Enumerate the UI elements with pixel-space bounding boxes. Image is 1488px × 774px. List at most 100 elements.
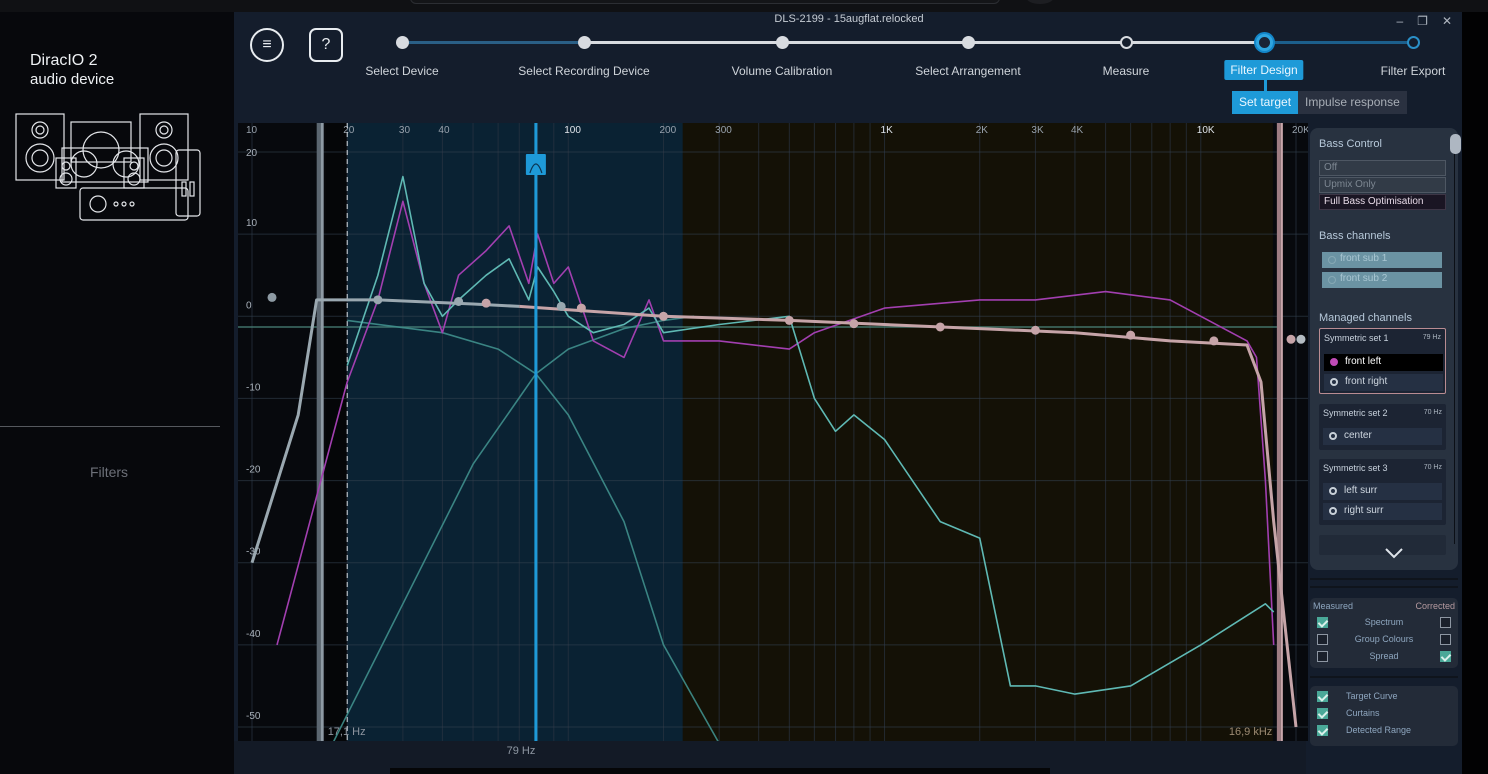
high-curtain-hatch bbox=[1276, 123, 1281, 741]
frequency-response-plot[interactable]: 10 20 30 40 100 200 300 1K 2K 3K 4K 10K 20K20100-10-… bbox=[238, 123, 1308, 741]
high-limit-label: 16,9 kHz bbox=[1229, 726, 1272, 738]
spread-label: Spread bbox=[1369, 651, 1399, 661]
panel-scrollbar-track[interactable] bbox=[1454, 154, 1455, 544]
x-tick-label: 300 bbox=[715, 125, 732, 136]
step-filter-design[interactable]: Filter Design bbox=[1224, 60, 1304, 80]
channel-label: front right bbox=[1345, 376, 1388, 387]
bass-control-title: Bass Control bbox=[1319, 138, 1382, 150]
channel-front-left[interactable]: front left bbox=[1324, 354, 1443, 371]
device-subtitle: audio device bbox=[30, 71, 115, 88]
target-curve-label: Target Curve bbox=[1346, 691, 1398, 701]
radio-icon bbox=[1330, 378, 1338, 386]
step-dot-select-device[interactable] bbox=[396, 36, 409, 49]
bass-control-upmix-only[interactable]: Upmix Only bbox=[1319, 177, 1446, 193]
symmetric-set-4[interactable] bbox=[1319, 535, 1446, 555]
set-crossover: 70 Hz bbox=[1423, 409, 1442, 416]
step-dot-measure[interactable] bbox=[1120, 36, 1133, 49]
x-tick-label: 10K bbox=[1197, 125, 1215, 136]
detected-range-checkbox[interactable] bbox=[1317, 725, 1328, 736]
filters-section[interactable]: Filters bbox=[0, 464, 218, 480]
spectrum-corrected-checkbox[interactable] bbox=[1440, 617, 1451, 628]
low-curtain-gap bbox=[325, 123, 348, 741]
step-dot-volume-calibration[interactable] bbox=[776, 36, 789, 49]
x-tick-label: 1K bbox=[881, 125, 894, 136]
step-select-arrangement[interactable]: Select Arrangement bbox=[915, 64, 1020, 78]
screen-edge bbox=[1462, 12, 1488, 774]
spectrum-options: Measured Corrected Spectrum Group Colour… bbox=[1310, 598, 1458, 668]
tab-set-target[interactable]: Set target bbox=[1232, 91, 1299, 114]
low-limit-label: 17,1 Hz bbox=[328, 726, 366, 738]
y-tick-label: -40 bbox=[246, 629, 261, 640]
sidebar-divider bbox=[0, 426, 220, 427]
step-dot-filter-export[interactable] bbox=[1407, 36, 1420, 49]
group-colours-corrected-checkbox[interactable] bbox=[1440, 634, 1451, 645]
channel-right-surr[interactable]: right surr bbox=[1323, 503, 1442, 520]
bass-control-off[interactable]: Off bbox=[1319, 160, 1446, 176]
scroll-down-chevron-icon[interactable] bbox=[1384, 543, 1404, 564]
step-connector bbox=[1264, 41, 1414, 44]
step-dot-select-arrangement[interactable] bbox=[962, 36, 975, 49]
channel-label: left surr bbox=[1344, 485, 1378, 496]
low-curtain-handle bbox=[320, 123, 324, 741]
managed-channels-title: Managed channels bbox=[1319, 312, 1412, 324]
set-name: Symmetric set 2 bbox=[1323, 408, 1388, 418]
spectrum-label: Spectrum bbox=[1364, 617, 1404, 627]
bass-control-full-bass-optimisation[interactable]: Full Bass Optimisation bbox=[1319, 194, 1446, 210]
bass-channels-title: Bass channels bbox=[1319, 230, 1391, 242]
home-theater-icon bbox=[15, 113, 201, 221]
channel-label: front left bbox=[1345, 356, 1382, 367]
step-measure[interactable]: Measure bbox=[1103, 64, 1150, 78]
step-select-device[interactable]: Select Device bbox=[365, 64, 438, 78]
y-tick-label: -10 bbox=[246, 382, 261, 393]
target-control-point[interactable] bbox=[1209, 336, 1219, 346]
target-control-point[interactable] bbox=[1126, 330, 1136, 340]
x-tick-label: 40 bbox=[438, 125, 450, 136]
tab-impulse-response[interactable]: Impulse response bbox=[1298, 91, 1407, 114]
bass-channel-front-sub-1[interactable]: front sub 1 bbox=[1322, 252, 1442, 268]
curtains-checkbox[interactable] bbox=[1317, 708, 1328, 719]
divider bbox=[1310, 578, 1458, 580]
target-control-point[interactable] bbox=[454, 297, 464, 306]
target-control-point[interactable] bbox=[556, 301, 566, 311]
target-control-point[interactable] bbox=[849, 319, 859, 329]
os-top-bar bbox=[0, 0, 1488, 12]
bass-managed-region bbox=[347, 123, 683, 741]
channel-center[interactable]: center bbox=[1323, 428, 1442, 445]
target-curve-checkbox[interactable] bbox=[1317, 691, 1328, 702]
overlay-options: Target Curve Curtains Detected Range bbox=[1310, 686, 1458, 746]
low-curtain-hatch bbox=[316, 123, 321, 741]
panel-scrollbar-thumb[interactable] bbox=[1450, 134, 1461, 154]
step-dot-select-recording-device[interactable] bbox=[578, 36, 591, 49]
step-volume-calibration[interactable]: Volume Calibration bbox=[732, 64, 833, 78]
symmetric-set-2[interactable]: Symmetric set 2 70 Hz center bbox=[1319, 404, 1446, 450]
target-control-point[interactable] bbox=[658, 311, 668, 321]
high-curtain-handle bbox=[1280, 123, 1283, 741]
step-dot-filter-design[interactable] bbox=[1256, 34, 1273, 51]
radio-icon bbox=[1329, 507, 1337, 515]
channel-front-right[interactable]: front right bbox=[1324, 374, 1443, 391]
radio-icon bbox=[1330, 358, 1338, 366]
target-control-point[interactable] bbox=[935, 322, 945, 332]
target-control-point[interactable] bbox=[576, 303, 586, 313]
target-control-point[interactable] bbox=[784, 315, 794, 325]
step-filter-export[interactable]: Filter Export bbox=[1381, 64, 1446, 78]
target-control-point[interactable] bbox=[373, 295, 383, 305]
y-tick-label: 20 bbox=[246, 148, 258, 159]
sidebar: DiracIO 2 audio device Filters bbox=[0, 12, 234, 774]
spread-corrected-checkbox[interactable] bbox=[1440, 651, 1451, 662]
divider bbox=[1310, 586, 1458, 588]
crossover-frequency-label: 79 Hz bbox=[506, 745, 536, 757]
x-tick-label: 20 bbox=[343, 125, 355, 136]
y-tick-label: 0 bbox=[246, 300, 252, 311]
step-select-recording-device[interactable]: Select Recording Device bbox=[518, 64, 649, 78]
set-name: Symmetric set 3 bbox=[1323, 463, 1388, 473]
target-control-point[interactable] bbox=[481, 298, 491, 308]
measured-header: Measured bbox=[1313, 601, 1354, 611]
symmetric-set-1[interactable]: Symmetric set 1 79 Hz front left front r… bbox=[1319, 328, 1446, 394]
bass-channel-front-sub-2[interactable]: front sub 2 bbox=[1322, 272, 1442, 288]
x-tick-label: 4K bbox=[1071, 125, 1084, 136]
symmetric-set-3[interactable]: Symmetric set 3 70 Hz left surr right su… bbox=[1319, 459, 1446, 525]
step-connector bbox=[584, 41, 1264, 44]
channel-left-surr[interactable]: left surr bbox=[1323, 483, 1442, 500]
target-control-point[interactable] bbox=[1030, 325, 1040, 335]
